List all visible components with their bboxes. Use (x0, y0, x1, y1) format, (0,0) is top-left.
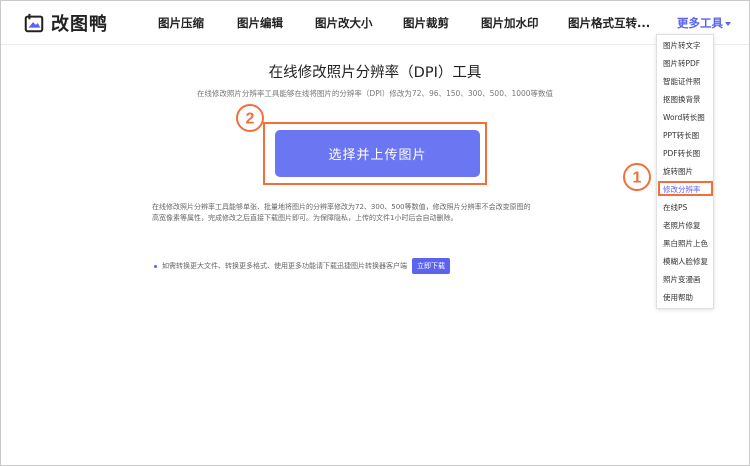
dropdown-item-pdf-to-long-image[interactable]: PDF转长图 (663, 148, 700, 159)
dropdown-item-id-photo[interactable]: 智能证件照 (663, 76, 701, 87)
step-2-annotation: 2 (236, 104, 264, 132)
svg-text:1: 1 (633, 170, 642, 187)
dropdown-item-ppt-to-long-image[interactable]: PPT转长图 (663, 130, 699, 141)
resolution-highlight-box (658, 181, 713, 196)
nav-image-crop[interactable]: 图片裁剪 (403, 15, 449, 31)
dropdown-item-photo-to-cartoon[interactable]: 照片变漫画 (663, 274, 701, 285)
nav-image-watermark[interactable]: 图片加水印 (481, 15, 539, 31)
download-tip: 如需转换更大文件、转换更多格式、使用更多功能请下载迅捷图片转换器客户端 立即下载 (154, 258, 450, 274)
dropdown-item-old-photo-repair[interactable]: 老照片修复 (663, 220, 701, 231)
nav-more-tools[interactable]: 更多工具 (677, 15, 731, 31)
dropdown-item-face-repair[interactable]: 模糊人脸修复 (663, 256, 708, 267)
dropdown-item-online-ps[interactable]: 在线PS (663, 202, 687, 213)
dropdown-item-word-to-long-image[interactable]: Word转长图 (663, 112, 705, 123)
nav-more-label: 更多工具 (677, 16, 723, 30)
brand-logo[interactable]: 改图鸭 (23, 10, 108, 36)
top-header: 改图鸭 图片压缩 图片编辑 图片改大小 图片裁剪 图片加水印 图片格式互转...… (1, 1, 749, 45)
tip-text: 如需转换更大文件、转换更多格式、使用更多功能请下载迅捷图片转换器客户端 (162, 262, 407, 270)
nav-image-format-convert[interactable]: 图片格式互转... (568, 15, 650, 31)
dropdown-item-rotate-image[interactable]: 旋转图片 (663, 166, 693, 177)
dropdown-item-image-to-text[interactable]: 图片转文字 (663, 40, 701, 51)
download-now-button[interactable]: 立即下载 (412, 258, 450, 274)
logo-icon (24, 13, 44, 33)
nav-image-compress[interactable]: 图片压缩 (158, 15, 204, 31)
nav-image-resize[interactable]: 图片改大小 (315, 15, 373, 31)
chevron-down-icon (725, 21, 731, 26)
dropdown-item-image-to-pdf[interactable]: 图片转PDF (663, 58, 700, 69)
more-tools-dropdown: 图片转文字 图片转PDF 智能证件照 抠图换背景 Word转长图 PPT转长图 … (656, 34, 714, 309)
upload-image-button[interactable]: 选择并上传图片 (275, 130, 480, 177)
page-subtitle: 在线修改照片分辨率工具能够在线将图片的分辨率（DPI）修改为72、96、150、… (196, 89, 554, 98)
svg-text:2: 2 (246, 111, 255, 128)
bullet-icon (154, 264, 157, 268)
description-line-2: 高宽像素等属性，完成修改之后直接下载图片即可。为保障隐私，上传的文件1小时后会自… (152, 214, 458, 222)
step-1-annotation: 1 (623, 163, 651, 191)
dropdown-item-colorize[interactable]: 黑白照片上色 (663, 238, 708, 249)
dropdown-item-cutout[interactable]: 抠图换背景 (663, 94, 701, 105)
dropdown-item-help[interactable]: 使用帮助 (663, 292, 693, 303)
description-line-1: 在线修改照片分辨率工具能够单张、批量地将图片的分辨率修改为72、300、500等… (152, 203, 531, 211)
brand-name: 改图鸭 (51, 14, 108, 35)
tool-description: 在线修改照片分辨率工具能够单张、批量地将图片的分辨率修改为72、300、500等… (152, 202, 600, 224)
nav-image-edit[interactable]: 图片编辑 (237, 15, 283, 31)
page-title: 在线修改照片分辨率（DPI）工具 (268, 65, 482, 81)
